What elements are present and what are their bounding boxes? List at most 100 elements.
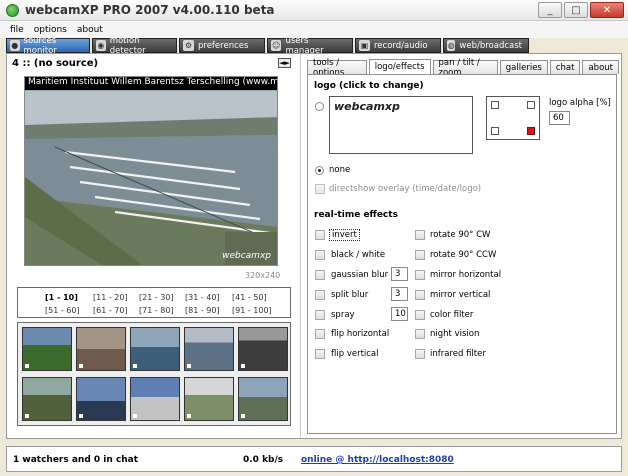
server-url-link[interactable]: online @ http://localhost:8080	[301, 455, 454, 465]
page-link[interactable]: [1 - 10]	[45, 293, 78, 302]
flip-horizontal-checkbox[interactable]	[315, 329, 325, 339]
split-blur-label: split blur	[331, 290, 369, 300]
thumbnail-indicator	[25, 414, 29, 418]
directshow-overlay-checkbox[interactable]	[315, 184, 325, 194]
tab-preferences[interactable]: ⚙ preferences	[179, 38, 265, 53]
rotate-cw-checkbox[interactable]	[415, 230, 425, 240]
source-thumbnail[interactable]	[238, 327, 288, 371]
night-vision-checkbox[interactable]	[415, 329, 425, 339]
logo-image-radio[interactable]	[315, 102, 324, 111]
tab-users-manager[interactable]: ☺ users manager	[267, 36, 353, 56]
tab-about[interactable]: about	[582, 60, 619, 74]
source-thumbnail[interactable]	[130, 377, 180, 421]
tab-label: preferences	[198, 40, 249, 51]
thumbnail-indicator	[79, 364, 83, 368]
color-filter-label: color filter	[430, 310, 474, 320]
split-blur-checkbox[interactable]	[315, 290, 325, 300]
minimize-button[interactable]: _	[538, 2, 562, 18]
invert-checkbox[interactable]	[315, 230, 325, 240]
tab-tools-options[interactable]: tools / options	[307, 58, 367, 78]
flip-vertical-label: flip vertical	[331, 349, 379, 359]
main-tab-bar: ● sources monitor ◉ motion detector ⚙ pr…	[6, 36, 531, 56]
camera-watermark: webcamxp	[222, 251, 271, 261]
title-bar: webcamXP PRO 2007 v4.00.110 beta _ □ ✕	[0, 0, 628, 21]
logo-preview[interactable]: webcamxp	[329, 96, 473, 154]
logo-position-bottom-left[interactable]	[491, 127, 499, 135]
tab-logo-effects[interactable]: logo/effects	[368, 59, 431, 74]
thumbnail-indicator	[187, 364, 191, 368]
tab-motion-detector[interactable]: ◉ motion detector	[92, 36, 177, 56]
infrared-filter-checkbox[interactable]	[415, 349, 425, 359]
thumbnail-indicator	[241, 414, 245, 418]
black-white-label: black / white	[331, 250, 386, 260]
menu-about[interactable]: about	[77, 25, 103, 35]
tab-record-audio[interactable]: ▣ record/audio	[355, 38, 441, 53]
spray-label: spray	[331, 310, 355, 320]
source-thumbnails	[17, 322, 291, 426]
tab-label: web/broadcast	[459, 40, 522, 51]
source-thumbnail[interactable]	[184, 327, 234, 371]
page-link[interactable]: [91 - 100]	[232, 306, 272, 315]
page-link[interactable]: [11 - 20]	[93, 293, 128, 302]
spray-checkbox[interactable]	[315, 310, 325, 320]
rotate-ccw-label: rotate 90° CCW	[430, 250, 497, 260]
gear-icon: ⚙	[183, 40, 194, 51]
source-thumbnail[interactable]	[184, 377, 234, 421]
page-link[interactable]: [31 - 40]	[185, 293, 220, 302]
rotate-ccw-checkbox[interactable]	[415, 250, 425, 260]
mirror-horizontal-label: mirror horizontal	[430, 270, 502, 280]
logo-position-top-left[interactable]	[491, 101, 499, 109]
tab-chat[interactable]: chat	[549, 60, 581, 74]
infrared-filter-label: infrared filter	[430, 349, 486, 359]
users-icon: ☺	[271, 40, 282, 51]
thumbnail-indicator	[133, 414, 137, 418]
logo-position-top-right[interactable]	[527, 101, 535, 109]
page-link[interactable]: [61 - 70]	[93, 306, 128, 315]
page-link[interactable]: [51 - 60]	[45, 306, 80, 315]
menu-options[interactable]: options	[34, 25, 67, 35]
settings-tab-bar: tools / options logo/effects pan / tilt …	[307, 58, 621, 78]
mirror-vertical-checkbox[interactable]	[415, 290, 425, 300]
invert-label: invert	[329, 229, 360, 241]
source-thumbnail[interactable]	[76, 327, 126, 371]
source-thumbnail[interactable]	[76, 377, 126, 421]
flip-vertical-checkbox[interactable]	[315, 349, 325, 359]
page-link[interactable]: [81 - 90]	[185, 306, 220, 315]
source-thumbnail[interactable]	[238, 377, 288, 421]
tab-label: record/audio	[374, 40, 428, 51]
close-button[interactable]: ✕	[590, 2, 624, 18]
logo-position-selector	[486, 96, 540, 140]
page-link[interactable]: [21 - 30]	[139, 293, 174, 302]
source-page-selector: [1 - 10] [11 - 20] [21 - 30] [31 - 40] […	[17, 287, 291, 318]
page-link[interactable]: [71 - 80]	[139, 306, 174, 315]
mirror-horizontal-checkbox[interactable]	[415, 270, 425, 280]
maximize-button[interactable]: □	[564, 2, 588, 18]
gaussian-blur-input[interactable]: 3	[391, 267, 408, 281]
source-thumbnail[interactable]	[130, 327, 180, 371]
logo-position-bottom-right[interactable]	[527, 127, 535, 135]
tab-pan-tilt-zoom[interactable]: pan / tilt / zoom	[432, 58, 498, 78]
status-bar: 1 watchers and 0 in chat 0.0 kb/s online…	[6, 446, 622, 472]
camera-preview[interactable]: Maritiem Instituut Willem Barentsz Tersc…	[24, 76, 278, 266]
tab-sources-monitor[interactable]: ● sources monitor	[6, 36, 90, 56]
source-navigation-arrows[interactable]: ◄►	[278, 58, 291, 68]
resolution-label: 320x240	[245, 271, 281, 280]
split-blur-input[interactable]: 3	[391, 287, 408, 301]
page-link[interactable]: [41 - 50]	[232, 293, 267, 302]
thumbnail-indicator	[187, 414, 191, 418]
logo-alpha-input[interactable]: 60	[549, 111, 570, 125]
logo-none-radio[interactable]	[315, 166, 324, 175]
spray-input[interactable]: 10	[391, 307, 408, 321]
gaussian-blur-checkbox[interactable]	[315, 270, 325, 280]
source-thumbnail[interactable]	[22, 327, 72, 371]
menu-file[interactable]: file	[10, 25, 24, 35]
color-filter-checkbox[interactable]	[415, 310, 425, 320]
tab-galleries[interactable]: galleries	[499, 60, 548, 74]
main-panel: 4 :: (no source) ◄► Maritiem Instituut W…	[6, 53, 622, 439]
flip-horizontal-label: flip horizontal	[331, 329, 390, 339]
logo-effects-panel: logo (click to change) webcamxp logo alp…	[307, 74, 617, 434]
tab-web-broadcast[interactable]: ◍ web/broadcast	[443, 38, 529, 53]
thumbnail-indicator	[25, 364, 29, 368]
source-thumbnail[interactable]	[22, 377, 72, 421]
black-white-checkbox[interactable]	[315, 250, 325, 260]
